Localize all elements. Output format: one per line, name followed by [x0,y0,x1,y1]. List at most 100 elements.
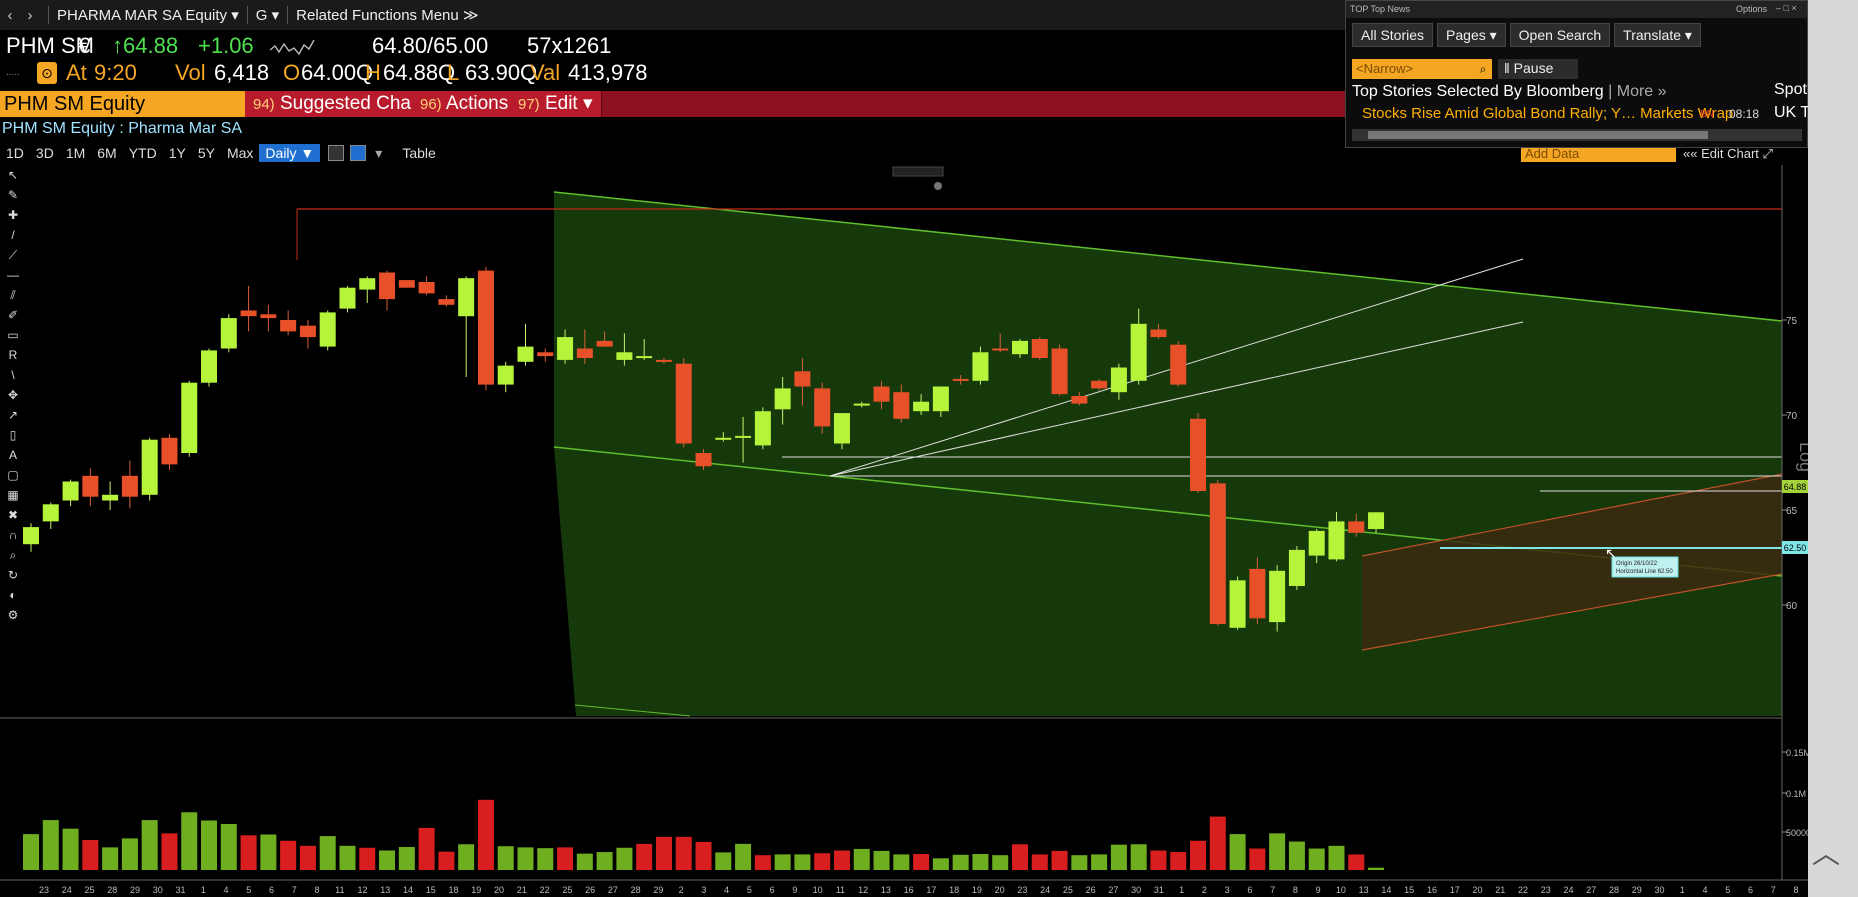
date-tick-label: 23 [1017,885,1027,895]
period-max[interactable]: Max [221,145,259,161]
expand-icon: ⤢ [1762,146,1773,161]
date-tick-label: 4 [724,885,729,895]
date-tick-label: 5 [1725,885,1730,895]
date-tick-label: 17 [1450,885,1460,895]
back-arrow-icon[interactable]: ‹ [0,7,20,24]
date-tick-label: 27 [608,885,618,895]
period-1d[interactable]: 1D [0,145,30,161]
period-1y[interactable]: 1Y [163,145,192,161]
volume-bar [1229,834,1246,870]
candle-body [1051,348,1068,395]
candle-body [1031,339,1048,358]
search-icon[interactable]: ⌕ [1474,59,1492,79]
date-tick-label: 19 [972,885,982,895]
candle-body [161,437,178,465]
candle-body [517,346,534,362]
period-1m[interactable]: 1M [60,145,91,161]
volume-bar [1288,841,1305,870]
volume-bar [1110,844,1127,870]
news-scroll-thumb[interactable] [1368,131,1708,139]
date-tick-label: 13 [1359,885,1369,895]
forward-arrow-icon[interactable]: › [20,7,40,24]
period-ytd[interactable]: YTD [123,145,163,161]
price-chart[interactable]: 60657075 500000.1M0.15M 23 24 25 28 29 30 31 1 4… [0,165,1858,897]
tab-open-search[interactable]: Open Search [1509,23,1611,47]
period-6m[interactable]: 6M [91,145,122,161]
alert-icon[interactable]: ⊙ [37,62,57,84]
candle-body [913,401,930,412]
candle-body [23,527,39,545]
volume-bar [853,848,870,870]
volume-bar [1170,852,1187,870]
candle-body [1229,580,1246,628]
date-tick-label: 29 [653,885,663,895]
edit-chart-button[interactable]: «« Edit Chart ⤢ [1683,146,1808,162]
news-time: 08:18 [1729,107,1760,121]
annotation-line-1: Origin 26/10/22 [1616,561,1658,567]
volume-bar [1308,848,1325,870]
candle-body [1328,521,1345,560]
date-tick-label: 28 [1609,885,1619,895]
volume-bar [280,840,297,870]
chart-type-dropdown-icon[interactable]: ▾ [369,145,388,162]
candle-body [537,352,554,357]
date-tick-label: 3 [701,885,706,895]
add-data-input[interactable]: Add Data [1521,146,1676,162]
candle-body [576,348,593,358]
volume-bar [636,843,653,870]
date-tick-label: 7 [1270,885,1275,895]
date-tick-label: 31 [1154,885,1164,895]
pause-button[interactable]: ‖ Pause [1498,59,1578,79]
date-tick-label: 7 [292,885,297,895]
frequency-dropdown[interactable]: Daily ▼ [259,144,321,162]
table-button[interactable]: Table [396,145,441,161]
period-3d[interactable]: 3D [30,145,60,161]
candle-body [497,365,514,385]
news-scrollbar[interactable] [1352,129,1802,141]
edit-button[interactable]: 97) Edit ▾ [510,91,602,117]
g-menu[interactable]: G ▾ [256,6,279,24]
window-controls-icon[interactable]: – □ × [1776,3,1797,13]
volume-bar [1368,867,1385,870]
candle-body [280,320,297,332]
news-story-headline[interactable]: Stocks Rise Amid Global Bond Rally; Y… M… [1362,105,1733,122]
suggested-charts-number: 94) [253,96,275,113]
command-ticker[interactable]: PHM SM Equity [0,91,245,117]
tab-all-stories[interactable]: All Stories [1352,23,1434,47]
quote-value: 413,978 [568,60,648,85]
period-5y[interactable]: 5Y [192,145,221,161]
news-side-headline[interactable]: Spotl [1774,81,1810,99]
edit-label: Edit ▾ [544,93,593,114]
related-functions-menu[interactable]: Related Functions Menu ≫ [296,6,478,24]
candle-body [833,413,850,444]
open-label: O [283,60,301,85]
date-tick-label: 9 [792,885,797,895]
candle-body [873,386,890,402]
volume-bar [438,851,455,870]
volume-bar [576,853,593,870]
news-side-headline-2[interactable]: UK T [1774,104,1810,122]
candle-body [1269,570,1286,623]
date-tick-label: 3 [1225,885,1230,895]
chevron-up-icon[interactable]: ︿ [1812,832,1840,872]
news-search-input[interactable]: <Narrow> [1352,59,1474,79]
volume-bar [299,845,316,870]
volume-bar [398,846,415,870]
candle-chart-icon[interactable] [350,145,367,161]
date-tick-label: 16 [1427,885,1437,895]
date-tick-label: 23 [39,885,49,895]
quote-bid-ask: 64.80/65.00 [372,33,489,58]
actions-number: 96) [420,96,442,113]
more-link[interactable]: | More » [1608,83,1666,100]
menu-divider [48,6,49,24]
tab-translate[interactable]: Translate ▾ [1614,23,1701,47]
volume-bar [1328,845,1345,870]
date-tick-label: 12 [358,885,368,895]
security-menu[interactable]: PHARMA MAR SA Equity ▾ [57,6,239,24]
date-tick-label: 13 [881,885,891,895]
volume-bar [1348,854,1365,870]
candle-body [458,278,475,317]
line-chart-icon[interactable] [328,145,345,161]
tab-pages[interactable]: Pages ▾ [1437,23,1506,47]
options-label[interactable]: Options [1736,4,1767,14]
